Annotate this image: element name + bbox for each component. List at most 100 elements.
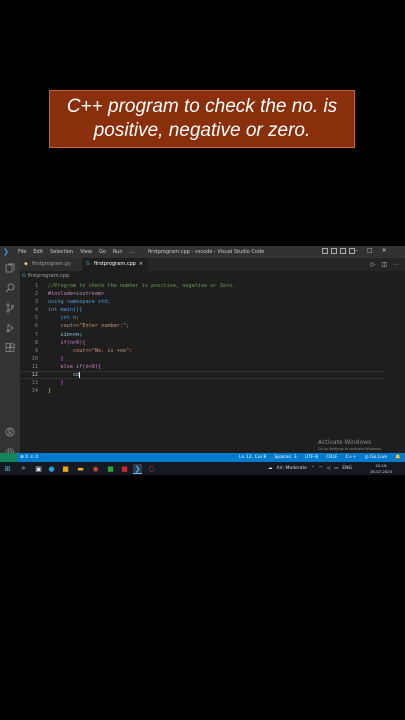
banner-line-2: positive, negative or zero. bbox=[93, 120, 311, 141]
code-text: if(n>0){ bbox=[48, 339, 86, 346]
menu-bar: File Edit Selection View Go Run … bbox=[18, 249, 135, 255]
windows-start-icon[interactable]: ⊞ bbox=[3, 464, 12, 473]
code-line: 3 using namespace std; bbox=[20, 298, 405, 306]
terminal-icon[interactable]: ■ bbox=[106, 464, 115, 473]
code-line: 14} bbox=[20, 387, 405, 395]
editor-tabs: ◆ firstprogram.py G firstprogram.cpp × ▷… bbox=[20, 258, 405, 271]
code-editor[interactable]: 1 //Program to check the number is positi… bbox=[20, 282, 405, 395]
cursor-position[interactable]: Ln 12, Col 8 bbox=[239, 453, 266, 462]
task-view-icon[interactable]: ▣ bbox=[34, 464, 43, 473]
go-live-button[interactable]: ◎ Go Live bbox=[365, 453, 388, 462]
indentation[interactable]: Spaces: 3 bbox=[274, 453, 296, 462]
close-window-button[interactable]: ✕ bbox=[382, 247, 387, 254]
vscode-logo-icon: ❯ bbox=[3, 248, 9, 256]
toggle-sidebar-icon[interactable] bbox=[322, 248, 328, 254]
menu-selection[interactable]: Selection bbox=[50, 249, 73, 255]
code-line: 6 cout<<"Enter number:"; bbox=[20, 322, 405, 330]
menu-more[interactable]: … bbox=[130, 249, 135, 255]
activity-bar bbox=[0, 258, 20, 463]
search-icon[interactable]: ⌕ bbox=[19, 464, 28, 473]
extensions-icon[interactable] bbox=[4, 342, 16, 354]
code-line: 5 int n; bbox=[20, 314, 405, 322]
line-ending[interactable]: CRLF bbox=[326, 453, 338, 462]
run-debug-icon[interactable] bbox=[4, 322, 16, 334]
notifications-icon[interactable]: 🔔 bbox=[395, 453, 401, 462]
code-line: 8 if(n>0){ bbox=[20, 339, 405, 347]
vscode-window: ❯ File Edit Selection View Go Run … firs… bbox=[0, 246, 405, 475]
file-explorer-icon[interactable]: ▬ bbox=[76, 464, 85, 473]
tab-firstprogram-cpp[interactable]: G firstprogram.cpp × bbox=[82, 258, 148, 271]
taskbar-clock[interactable]: 22:16 26-07-2023 bbox=[370, 463, 392, 474]
status-right: Ln 12, Col 8 Spaces: 3 UTF-8 CRLF C++ ◎ … bbox=[239, 453, 405, 462]
cpp-file-icon: G bbox=[22, 273, 26, 279]
menu-view[interactable]: View bbox=[80, 249, 92, 255]
close-tab-icon[interactable]: × bbox=[139, 258, 143, 271]
code-text: #include<iostream> bbox=[48, 291, 105, 298]
line-number: 5 bbox=[34, 315, 38, 322]
status-bar: ⊗ 0 ⚠ 0 Ln 12, Col 8 Spaces: 3 UTF-8 CRL… bbox=[0, 453, 405, 462]
code-line: 13 } bbox=[20, 379, 405, 387]
source-control-icon[interactable] bbox=[4, 302, 16, 314]
window-title: firstprogram.cpp - vscode - Visual Studi… bbox=[148, 249, 265, 255]
title-banner: C++ program to check the no. is positive… bbox=[49, 90, 355, 148]
watermark-subtitle: Go to Settings to activate Windows. bbox=[318, 447, 383, 451]
system-tray: ☁ Air: Moderate ⌃ ◠ ◁ ▭ ENG bbox=[268, 462, 352, 475]
title-bar: ❯ File Edit Selection View Go Run … firs… bbox=[0, 246, 405, 258]
tab-firstprogram-py[interactable]: ◆ firstprogram.py bbox=[20, 258, 82, 271]
window-controls: – □ ✕ bbox=[355, 247, 387, 254]
edge-browser-icon[interactable]: ● bbox=[47, 464, 56, 473]
line-number: 11 bbox=[31, 363, 38, 370]
code-text: co bbox=[48, 371, 80, 379]
tab-label: firstprogram.cpp bbox=[94, 261, 136, 267]
problems-count[interactable]: ⊗ 0 ⚠ 0 bbox=[20, 453, 38, 462]
battery-icon[interactable]: ▭ bbox=[334, 466, 338, 471]
code-text: cin>>n; bbox=[48, 331, 83, 338]
toggle-panel-icon[interactable] bbox=[331, 248, 337, 254]
code-text: } bbox=[48, 388, 52, 395]
account-icon[interactable] bbox=[4, 426, 16, 438]
line-number: 10 bbox=[31, 355, 38, 362]
search-icon[interactable] bbox=[4, 282, 16, 294]
menu-file[interactable]: File bbox=[18, 249, 26, 255]
store-icon[interactable]: ■ bbox=[61, 464, 70, 473]
pdf-reader-icon[interactable]: ■ bbox=[120, 464, 129, 473]
breadcrumb-file[interactable]: firstprogram.cpp bbox=[27, 273, 69, 279]
editor-actions: ▷ ◫ ⋯ bbox=[371, 261, 399, 268]
menu-run[interactable]: Run bbox=[113, 249, 123, 255]
screen-recorder-icon[interactable]: ○ bbox=[147, 464, 156, 473]
code-text: //Program to check the number is positiv… bbox=[48, 283, 236, 289]
line-number: 9 bbox=[34, 347, 38, 354]
volume-icon[interactable]: ◁ bbox=[327, 466, 330, 471]
more-actions-icon[interactable]: ⋯ bbox=[393, 261, 399, 268]
split-editor-icon[interactable]: ◫ bbox=[381, 261, 387, 268]
air-quality[interactable]: Air: Moderate bbox=[277, 466, 307, 471]
minimize-button[interactable]: – bbox=[355, 247, 358, 254]
code-text: int main(){ bbox=[48, 307, 83, 314]
line-number: 8 bbox=[34, 339, 38, 346]
line-number: 7 bbox=[34, 331, 38, 338]
breadcrumb: G firstprogram.cpp bbox=[22, 273, 69, 279]
code-line: 2 #include<iostream> bbox=[20, 290, 405, 298]
chrome-icon[interactable]: ◉ bbox=[91, 464, 100, 473]
language-indicator[interactable]: ENG bbox=[342, 466, 352, 471]
activate-windows-watermark: Activate Windows Go to Settings to activ… bbox=[318, 439, 382, 451]
run-file-icon[interactable]: ▷ bbox=[371, 261, 376, 268]
encoding[interactable]: UTF-8 bbox=[305, 453, 318, 462]
vscode-taskbar-icon[interactable]: ❯ bbox=[133, 464, 142, 474]
line-number: 1 bbox=[34, 283, 38, 289]
weather-icon[interactable]: ☁ bbox=[268, 466, 273, 471]
wifi-icon[interactable]: ◠ bbox=[319, 466, 323, 471]
language-mode[interactable]: C++ bbox=[346, 453, 357, 462]
code-line: 11 else if(n<0){ bbox=[20, 363, 405, 371]
line-number: 6 bbox=[34, 323, 38, 330]
maximize-button[interactable]: □ bbox=[367, 247, 373, 254]
toggle-secondary-sidebar-icon[interactable] bbox=[340, 248, 346, 254]
layout-controls bbox=[322, 248, 355, 254]
explorer-icon[interactable] bbox=[4, 262, 16, 274]
remote-indicator[interactable] bbox=[0, 453, 18, 462]
tray-arrow-icon[interactable]: ⌃ bbox=[311, 466, 315, 471]
menu-go[interactable]: Go bbox=[99, 249, 106, 255]
menu-edit[interactable]: Edit bbox=[33, 249, 43, 255]
line-number: 4 bbox=[34, 307, 38, 314]
line-number: 12 bbox=[31, 372, 38, 379]
